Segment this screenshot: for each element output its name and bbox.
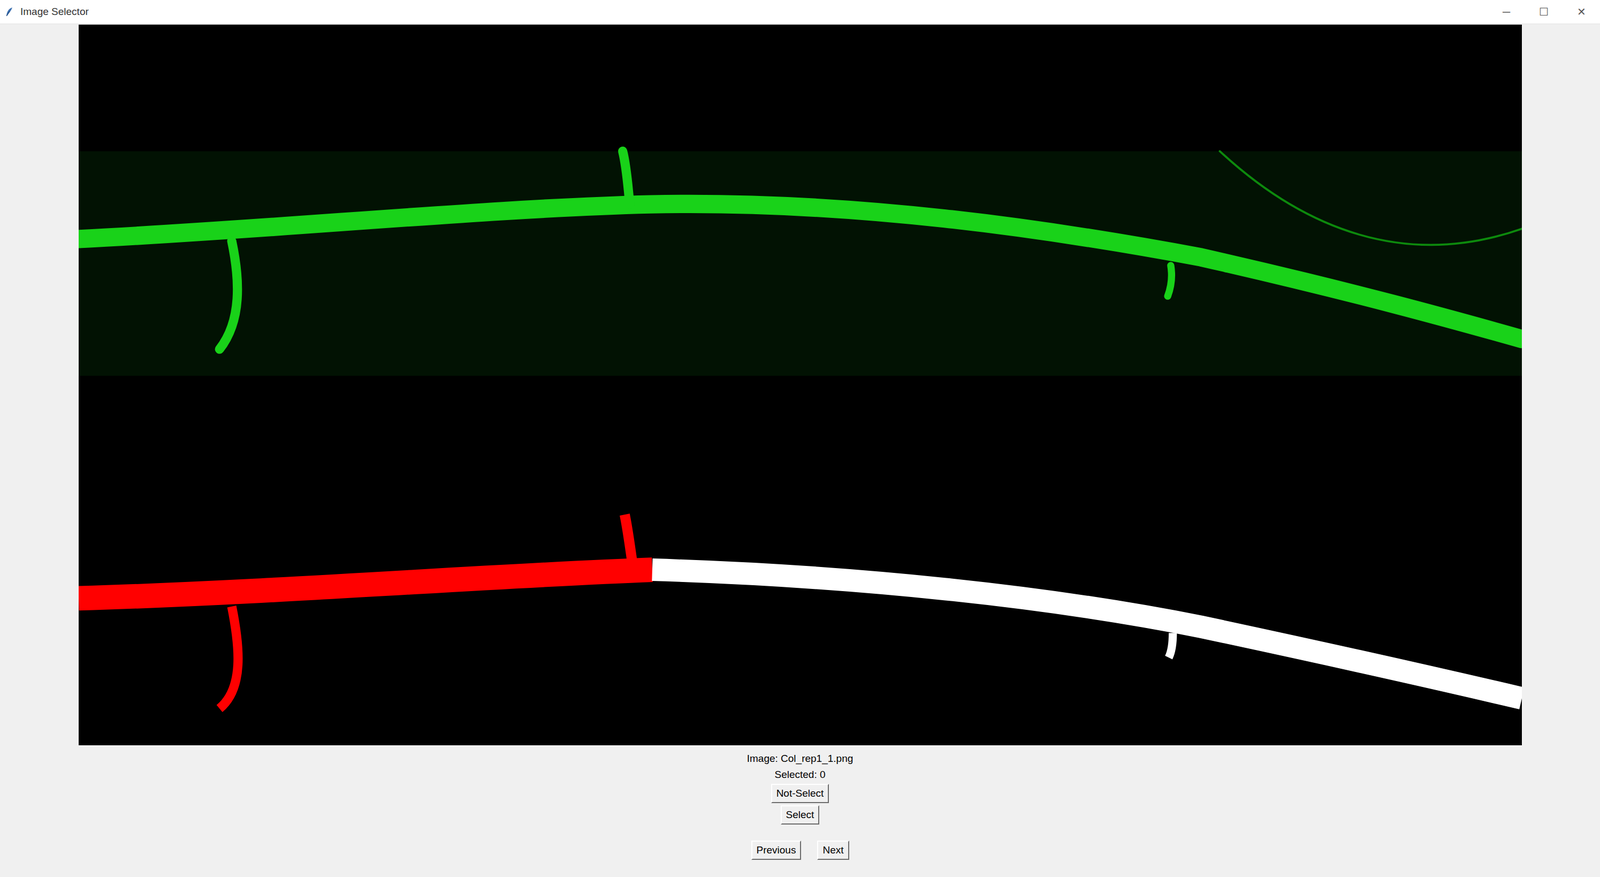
selected-count-label: Selected: 0 — [774, 767, 826, 782]
navigation-bar: Previous Next — [751, 840, 850, 860]
image-canvas — [78, 24, 1522, 745]
app-window: Image Selector ─☐✕ Image: Col_rep1_1.png… — [0, 0, 1600, 877]
title-bar: Image Selector ─☐✕ — [0, 0, 1600, 25]
select-button[interactable]: Select — [780, 804, 820, 825]
navigation-button[interactable]: Next — [817, 840, 849, 860]
window-control-button[interactable]: ✕ — [1562, 0, 1600, 24]
window-title: Image Selector — [20, 5, 89, 18]
feather-icon — [4, 6, 15, 18]
root-image — [78, 24, 1522, 745]
window-control-button[interactable]: ☐ — [1525, 0, 1563, 24]
window-control-button[interactable]: ─ — [1487, 0, 1526, 24]
window-controls: ─☐✕ — [1487, 0, 1600, 24]
not-select-button[interactable]: Not-Select — [771, 783, 830, 803]
navigation-button[interactable]: Previous — [751, 840, 802, 860]
image-name-label: Image: Col_rep1_1.png — [747, 751, 854, 766]
